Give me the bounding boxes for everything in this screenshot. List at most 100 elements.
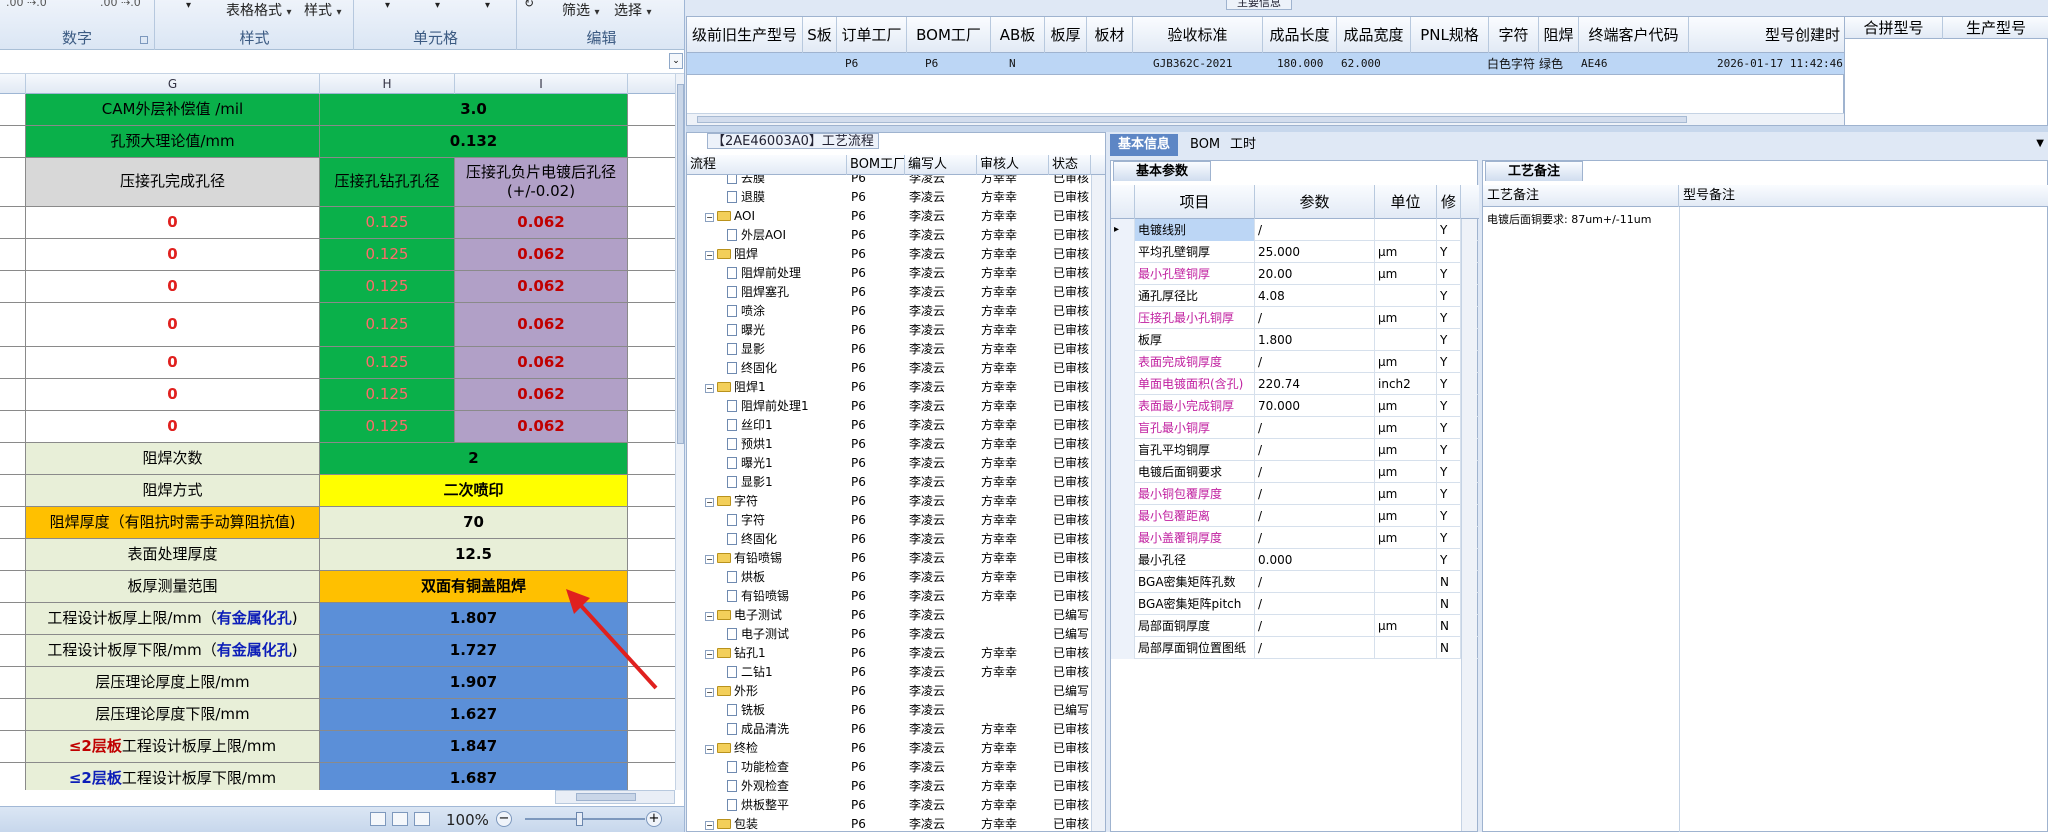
col-material[interactable]: 板材 [1087,17,1133,53]
cell[interactable]: 表面处理厚度 [26,539,320,570]
table-row[interactable]: 最小孔径 0.000 Y [1111,549,1479,571]
col-created[interactable]: 型号创建时 [1689,17,1845,53]
row-selector[interactable] [1111,527,1135,549]
row-selector[interactable] [1111,307,1135,329]
cell[interactable]: 单面电镀面积(含孔) [1135,373,1255,395]
cell[interactable]: 0 [26,207,320,238]
cell[interactable]: 1.727 [320,635,628,666]
cell[interactable]: 工程设计板厚下限/mm（ 有金属化孔) [26,635,320,666]
chevron-down-icon[interactable]: ▼ [2036,138,2044,149]
cell[interactable]: 最小盖覆铜厚度 [1135,527,1255,549]
cell[interactable]: 板厚测量范围 [26,571,320,602]
cell[interactable]: / [1255,351,1375,373]
cell[interactable]: 25.000 [1255,241,1375,263]
tree-row[interactable]: 退膜 P6 李凌云 方幸幸 已审核 [687,188,1105,207]
collapse-icon[interactable]: − [705,688,714,697]
tree-leaf[interactable]: 铣板 [727,701,765,720]
cell[interactable]: / [1255,417,1375,439]
cell[interactable]: 0 [26,239,320,270]
row-selector[interactable] [1111,571,1135,593]
table-row[interactable]: 通孔厚径比 4.08 Y [1111,285,1479,307]
cell[interactable]: 0.062 [455,303,628,346]
cell[interactable]: 孔预大理论值/mm [26,126,320,157]
col-standard[interactable]: 验收标准 [1133,17,1263,53]
tree-row[interactable]: 阻焊前处理1 P6 李凌云 方幸幸 已审核 [687,397,1105,416]
cell[interactable]: Y [1437,505,1461,527]
table-row[interactable]: 盲孔平均铜厚 / μm Y [1111,439,1479,461]
cell[interactable] [1375,219,1437,241]
tree-leaf[interactable]: 阻焊前处理 [727,264,801,283]
vertical-scrollbar[interactable] [1091,175,1105,831]
cell[interactable]: 0 [26,411,320,442]
collapse-icon[interactable]: − [705,612,714,621]
cell[interactable]: 压接孔最小孔铜厚 [1135,307,1255,329]
cell[interactable]: 0.062 [455,347,628,378]
tree-row[interactable]: 显影 P6 李凌云 方幸幸 已审核 [687,340,1105,359]
cell[interactable]: ≤2层板 工程设计板厚下限/mm [26,763,320,790]
cell[interactable]: 0.062 [455,271,628,302]
tree-row[interactable]: 功能检查 P6 李凌云 方幸幸 已审核 [687,758,1105,777]
tree-row[interactable]: − 阻焊1 P6 李凌云 方幸幸 已审核 [687,378,1105,397]
col-order-factory[interactable]: 订单工厂 [837,17,907,53]
col-bom-factory[interactable]: BOM工厂 [847,155,905,175]
cell[interactable]: 220.74 [1255,373,1375,395]
cell[interactable]: 70 [320,507,628,538]
cell[interactable]: / [1255,307,1375,329]
cell[interactable]: 0.062 [455,239,628,270]
cell[interactable]: 盲孔平均铜厚 [1135,439,1255,461]
row-selector[interactable] [1111,439,1135,461]
normal-view-icon[interactable] [370,812,386,826]
cell[interactable]: N [1437,571,1461,593]
tree-folder[interactable]: − 阻焊1 [705,378,766,397]
tree-leaf[interactable]: 曝光1 [727,454,773,473]
col-modify[interactable]: 修改 [1437,185,1461,219]
cell[interactable]: 最小孔径 [1135,549,1255,571]
cell[interactable]: Y [1437,395,1461,417]
cell[interactable]: N [1437,637,1461,659]
cell[interactable]: Y [1437,417,1461,439]
cell[interactable]: / [1255,571,1375,593]
cell[interactable]: 压接孔完成孔径 [26,158,320,206]
cell[interactable]: / [1255,439,1375,461]
cell[interactable]: BGA密集矩阵pitch [1135,593,1255,615]
cell[interactable]: μm [1375,241,1437,263]
tab-work-hours[interactable]: 工时 [1222,134,1264,156]
table-row[interactable]: 局部厚面铜位置图纸 / N [1111,637,1479,659]
tree-row[interactable]: 成品清洗 P6 李凌云 方幸幸 已审核 [687,720,1105,739]
row-selector[interactable] [1111,285,1135,307]
tree-leaf[interactable]: 外层AOI [727,226,786,245]
tree-row[interactable]: 曝光 P6 李凌云 方幸幸 已审核 [687,321,1105,340]
zoom-level[interactable]: 100% [446,811,489,829]
col-bom-factory[interactable]: BOM工厂 [907,17,991,53]
table-row[interactable]: BGA密集矩阵pitch / N [1111,593,1479,615]
tree-folder[interactable]: − 电子测试 [705,606,782,625]
cell[interactable]: 0 [26,347,320,378]
tree-row[interactable]: 显影1 P6 李凌云 方幸幸 已审核 [687,473,1105,492]
tree-row[interactable]: − 终检 P6 李凌云 方幸幸 已审核 [687,739,1105,758]
cell[interactable]: 0.125 [320,239,455,270]
table-row[interactable]: 平均孔壁铜厚 25.000 μm Y [1111,241,1479,263]
row-selector[interactable]: ▸ [1111,219,1135,241]
cell[interactable]: 工程设计板厚上限/mm（ 有金属化孔) [26,603,320,634]
col-s-board[interactable]: S板 [803,17,837,53]
cell[interactable]: 0.062 [455,207,628,238]
tree-row[interactable]: − 有铅喷锡 P6 李凌云 方幸幸 已审核 [687,549,1105,568]
page-layout-view-icon[interactable] [392,812,408,826]
table-row[interactable]: 局部面铜厚度 / μm N [1111,615,1479,637]
tree-folder[interactable]: − 阻焊 [705,245,758,264]
cell[interactable]: Y [1437,483,1461,505]
col-ab-board[interactable]: AB板 [991,17,1045,53]
cell[interactable]: 1.800 [1255,329,1375,351]
collapse-icon[interactable]: − [705,213,714,222]
tree-leaf[interactable]: 阻焊前处理1 [727,397,809,416]
cell[interactable]: μm [1375,307,1437,329]
tree-leaf[interactable]: 退膜 [727,188,765,207]
cell[interactable]: 压接孔钻孔孔径 [320,158,455,206]
row-selector[interactable] [1111,637,1135,659]
col-flow[interactable]: 流程 [687,155,847,175]
cell[interactable] [1375,549,1437,571]
cell[interactable]: Y [1437,329,1461,351]
cell[interactable]: μm [1375,351,1437,373]
tree-row[interactable]: 外观检查 P6 李凌云 方幸幸 已审核 [687,777,1105,796]
cell[interactable]: 电镀线别 [1135,219,1255,241]
